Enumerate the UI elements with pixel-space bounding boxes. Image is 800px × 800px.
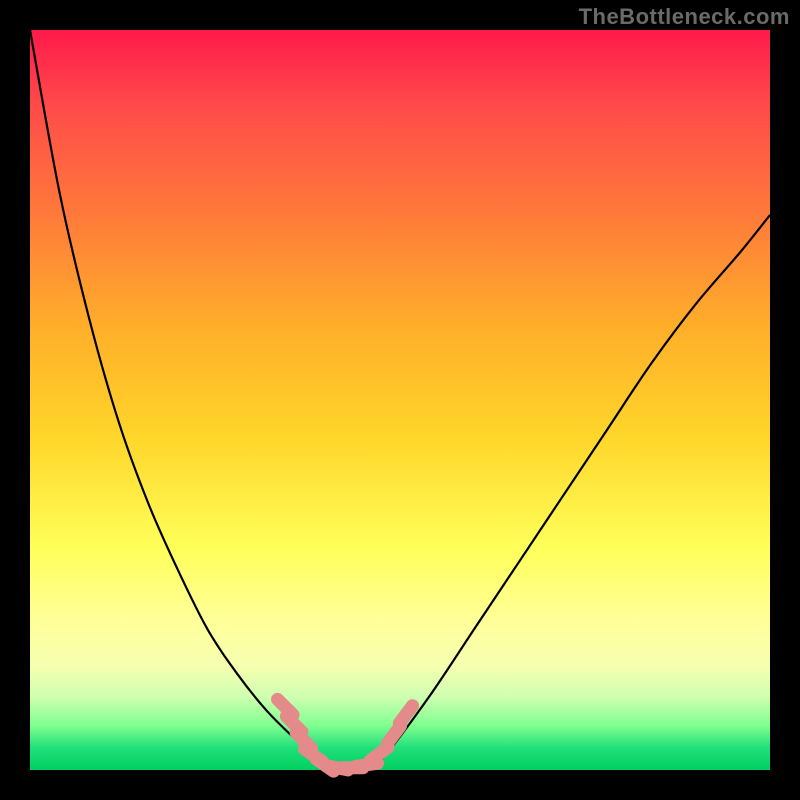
watermark-text: TheBottleneck.com <box>579 4 790 30</box>
chart-svg <box>0 0 800 800</box>
chart-frame: TheBottleneck.com <box>0 0 800 800</box>
bottleneck-curve <box>30 30 770 769</box>
